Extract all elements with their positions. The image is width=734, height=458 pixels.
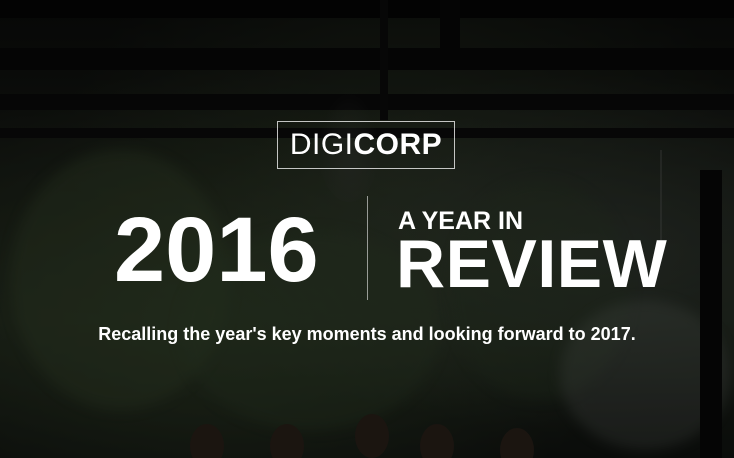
- logo-prefix: DIGI: [289, 128, 354, 161]
- hero-banner: DIGI CORP 2016 A YEAR IN REVIEW Recalling…: [0, 0, 734, 458]
- logo-suffix: CORP: [353, 128, 443, 161]
- tagline: Recalling the year's key moments and loo…: [98, 324, 636, 344]
- vertical-divider: [367, 196, 368, 300]
- year-heading: 2016: [114, 199, 319, 301]
- subtitle-big: REVIEW: [396, 226, 668, 302]
- digicorp-logo: DIGI CORP: [277, 121, 455, 169]
